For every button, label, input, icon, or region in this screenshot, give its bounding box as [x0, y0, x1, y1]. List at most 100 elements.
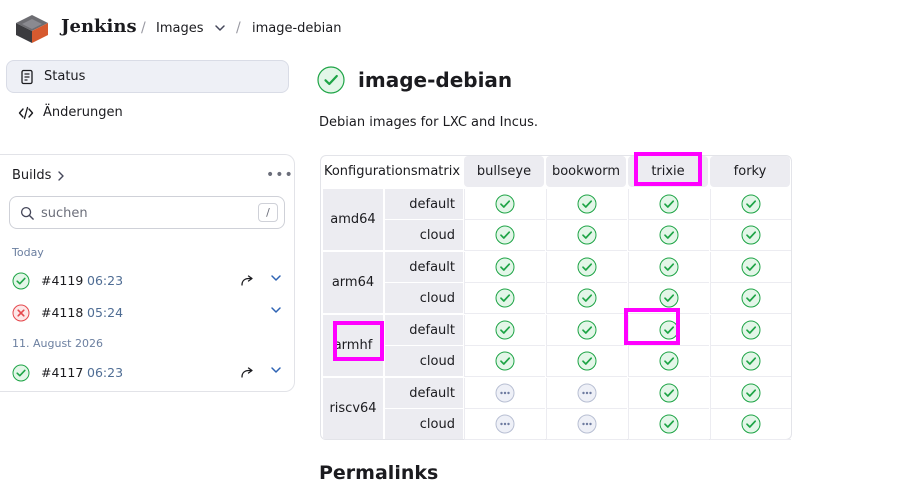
success-status-icon [317, 66, 345, 94]
success-status-icon [495, 225, 515, 245]
build-group-label: 11. August 2026 [12, 337, 103, 350]
success-status-icon [577, 225, 597, 245]
matrix-cell[interactable] [546, 189, 627, 220]
breadcrumb-images[interactable]: Images [156, 21, 204, 36]
matrix-cell[interactable] [464, 378, 545, 409]
matrix-cell[interactable] [628, 220, 709, 251]
not-built-status-icon [577, 414, 597, 434]
page-title: image-debian [358, 68, 513, 92]
build-time: 05:24 [87, 305, 124, 320]
matrix-cell[interactable] [464, 315, 545, 346]
success-status-icon [659, 383, 679, 403]
matrix-cell[interactable] [546, 346, 627, 377]
success-status-icon [495, 288, 515, 308]
matrix-cell[interactable] [546, 252, 627, 283]
configuration-matrix: Konfigurationsmatrix bullseye bookworm t… [320, 155, 792, 440]
build-row[interactable]: #4119 06:23 [0, 267, 295, 295]
matrix-cell[interactable] [710, 283, 791, 314]
build-number[interactable]: #4117 [41, 365, 83, 380]
chevron-down-icon[interactable] [269, 271, 283, 285]
highlight-box [333, 321, 384, 361]
matrix-row-variant-label: cloud [385, 409, 463, 439]
matrix-cell[interactable] [546, 378, 627, 409]
matrix-cell[interactable] [628, 346, 709, 377]
matrix-cell[interactable] [710, 252, 791, 283]
build-search-input[interactable] [41, 204, 241, 222]
success-status-icon [495, 257, 515, 277]
success-status-icon [577, 257, 597, 277]
build-row[interactable]: #4118 05:24 [0, 299, 295, 327]
matrix-cell[interactable] [628, 409, 709, 440]
builds-panel: Builds ••• / Today #4119 06:23 # [0, 154, 295, 392]
matrix-cell[interactable] [710, 220, 791, 251]
matrix-cell[interactable] [464, 409, 545, 440]
code-icon [18, 106, 34, 119]
search-icon [20, 206, 34, 220]
more-options-icon[interactable]: ••• [266, 167, 294, 183]
matrix-cell[interactable] [710, 346, 791, 377]
success-status-icon [659, 225, 679, 245]
matrix-cell[interactable] [628, 189, 709, 220]
sidebar-item-status[interactable]: Status [6, 60, 289, 93]
success-status-icon [659, 351, 679, 371]
rebuild-icon[interactable] [240, 366, 254, 380]
sidebar-item-changes[interactable]: Änderungen [6, 96, 289, 129]
breadcrumb-separator: / [141, 20, 146, 36]
matrix-column-header: bookworm [546, 156, 626, 187]
matrix-row-axis-label: riscv64 [323, 378, 383, 439]
matrix-cell[interactable] [710, 409, 791, 440]
build-number[interactable]: #4119 [41, 273, 83, 288]
success-status-icon [577, 288, 597, 308]
matrix-cell[interactable] [628, 378, 709, 409]
success-status-icon [495, 194, 515, 214]
success-status-icon [495, 351, 515, 371]
not-built-status-icon [495, 383, 515, 403]
matrix-row-axis-label: amd64 [323, 189, 383, 250]
matrix-cell[interactable] [546, 409, 627, 440]
matrix-cell[interactable] [710, 189, 791, 220]
matrix-cell[interactable] [546, 315, 627, 346]
matrix-row-axis-label: arm64 [323, 252, 383, 313]
matrix-row-variant-label: default [385, 315, 463, 345]
success-status-icon [741, 194, 761, 214]
matrix-cell[interactable] [546, 283, 627, 314]
success-status-icon [741, 383, 761, 403]
builds-title[interactable]: Builds [12, 168, 51, 183]
chevron-right-icon[interactable] [56, 169, 66, 183]
matrix-cell[interactable] [710, 378, 791, 409]
success-status-icon [741, 320, 761, 340]
matrix-cell[interactable] [464, 283, 545, 314]
rebuild-icon[interactable] [240, 274, 254, 288]
search-shortcut-badge: / [258, 203, 278, 222]
not-built-status-icon [495, 414, 515, 434]
success-status-icon [659, 257, 679, 277]
sidebar-item-label: Änderungen [43, 105, 123, 120]
success-status-icon [577, 351, 597, 371]
not-built-status-icon [577, 383, 597, 403]
matrix-cell[interactable] [710, 315, 791, 346]
chevron-down-icon[interactable] [269, 303, 283, 317]
build-number[interactable]: #4118 [41, 305, 83, 320]
chevron-down-icon[interactable] [269, 363, 283, 377]
permalinks-heading: Permalinks [319, 462, 439, 484]
chevron-down-icon[interactable] [212, 20, 228, 36]
failed-status-icon [12, 304, 30, 322]
matrix-cell[interactable] [464, 346, 545, 377]
success-status-icon [659, 414, 679, 434]
sidebar-item-label: Status [44, 69, 86, 84]
success-status-icon [741, 257, 761, 277]
build-row[interactable]: #4117 06:23 [0, 359, 295, 387]
matrix-cell[interactable] [546, 220, 627, 251]
brand-name[interactable]: Jenkins [61, 16, 137, 37]
job-description: Debian images for LXC and Incus. [319, 115, 538, 130]
matrix-row-variant-label: cloud [385, 220, 463, 250]
jenkins-logo[interactable] [14, 13, 50, 45]
matrix-cell[interactable] [464, 220, 545, 251]
matrix-cell[interactable] [464, 189, 545, 220]
highlight-box [634, 152, 702, 186]
matrix-corner-label: Konfigurationsmatrix [323, 164, 461, 179]
matrix-cell[interactable] [628, 252, 709, 283]
document-icon [21, 69, 33, 84]
breadcrumb-image-debian[interactable]: image-debian [252, 21, 342, 36]
matrix-cell[interactable] [464, 252, 545, 283]
